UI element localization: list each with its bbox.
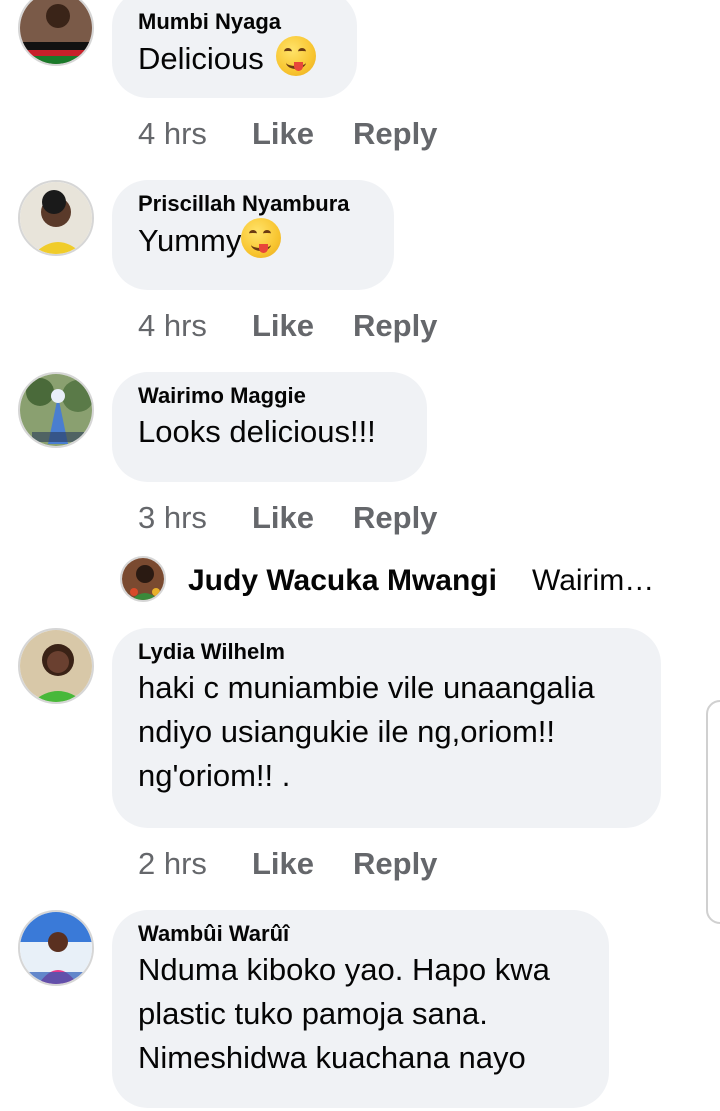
commenter-name[interactable]: Lydia Wilhelm	[138, 638, 635, 666]
commenter-name[interactable]: Mumbi Nyaga	[138, 8, 331, 36]
like-button[interactable]: Like	[252, 114, 314, 154]
comment-actions: 2 hrs Like Reply	[138, 844, 538, 884]
avatar[interactable]	[120, 556, 166, 602]
reply-button[interactable]: Reply	[353, 844, 437, 884]
scroll-handle[interactable]	[706, 700, 720, 924]
comment-actions: 3 hrs Like Reply	[138, 498, 538, 538]
comment-time[interactable]: 4 hrs	[138, 306, 207, 346]
comment-text: Looks delicious!!!	[138, 414, 376, 449]
like-button[interactable]: Like	[252, 844, 314, 884]
comment-text: Delicious	[138, 36, 331, 81]
avatar[interactable]	[18, 910, 94, 986]
reply-author-name[interactable]: Judy Wacuka Mwangi	[188, 564, 497, 598]
comment-text: Nduma kiboko yao. Hapo kwa plastic tuko …	[138, 952, 550, 1075]
avatar[interactable]	[18, 628, 94, 704]
commenter-name[interactable]: Wambûi Warûî	[138, 920, 583, 948]
reply-preview[interactable]: Judy Wacuka Mwangi Wairim…	[120, 556, 720, 606]
commenter-name[interactable]: Wairimo Maggie	[138, 382, 401, 410]
comment-bubble: Lydia Wilhelm haki c muniambie vile unaa…	[112, 628, 661, 828]
comment-actions: 4 hrs Like Reply	[138, 306, 538, 346]
face-savoring-food-icon	[276, 36, 317, 76]
comment-bubble: Priscillah Nyambura Yummy	[112, 180, 394, 290]
comment-bubble: Wairimo Maggie Looks delicious!!!	[112, 372, 427, 482]
comment-bubble: Mumbi Nyaga Delicious	[112, 0, 357, 98]
comment-time[interactable]: 2 hrs	[138, 844, 207, 884]
avatar[interactable]	[18, 372, 94, 448]
commenter-name[interactable]: Priscillah Nyambura	[138, 190, 368, 218]
comment-bubble: Wambûi Warûî Nduma kiboko yao. Hapo kwa …	[112, 910, 609, 1108]
comment-text: haki c muniambie vile unaangalia ndiyo u…	[138, 670, 595, 793]
reply-snippet: Wairim…	[532, 564, 655, 597]
avatar[interactable]	[18, 0, 94, 66]
avatar[interactable]	[18, 180, 94, 256]
like-button[interactable]: Like	[252, 498, 314, 538]
reply-button[interactable]: Reply	[353, 498, 437, 538]
reply-button[interactable]: Reply	[353, 306, 437, 346]
comment-time[interactable]: 4 hrs	[138, 114, 207, 154]
reply-button[interactable]: Reply	[353, 114, 437, 154]
comment-time[interactable]: 3 hrs	[138, 498, 207, 538]
like-button[interactable]: Like	[252, 306, 314, 346]
comment-text: Yummy	[138, 218, 368, 263]
face-savoring-food-icon	[241, 218, 282, 258]
comment-actions: 4 hrs Like Reply	[138, 114, 538, 154]
